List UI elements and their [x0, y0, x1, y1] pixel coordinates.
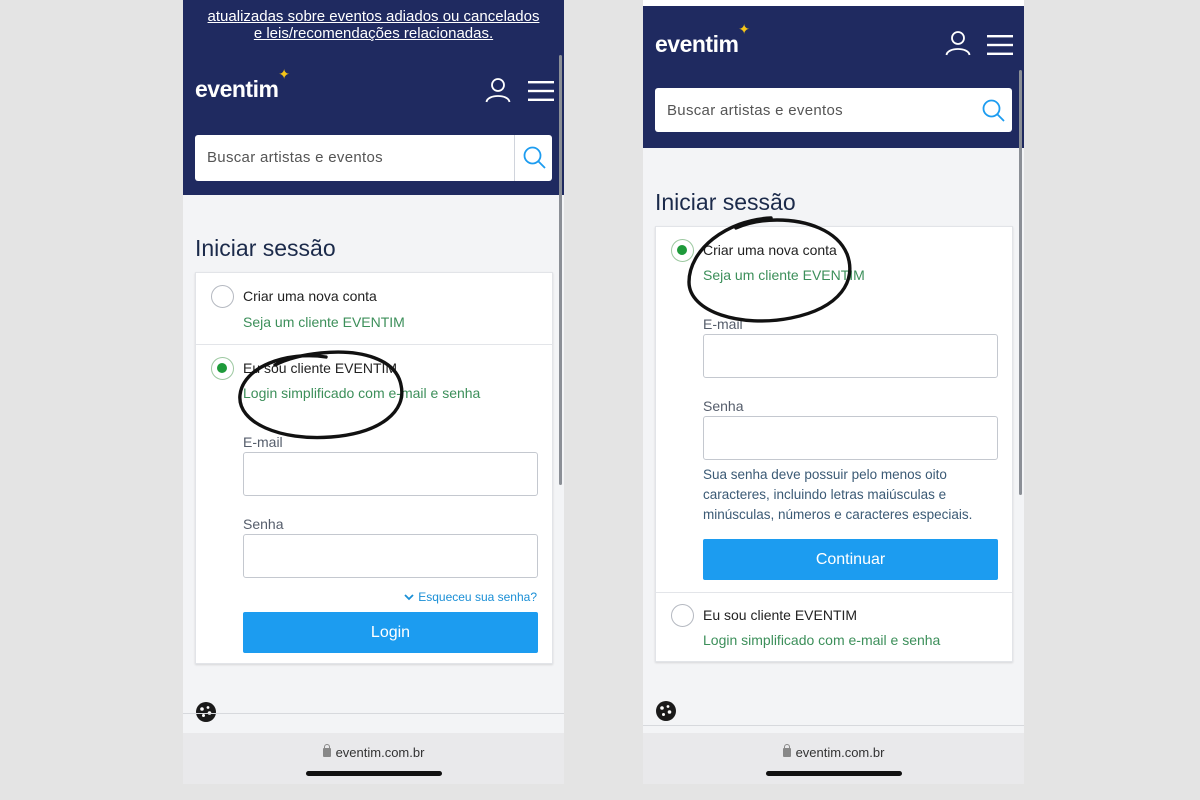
info-banner[interactable]: atualizadas sobre eventos adiados ou can…	[183, 0, 564, 62]
forgot-password-link[interactable]: Esqueceu sua senha?	[404, 590, 537, 604]
option-new-account-subtitle: Seja um cliente EVENTIM	[703, 267, 865, 283]
bottom-divider	[183, 713, 564, 714]
banner-line-2[interactable]: e leis/recomendações relacionadas.	[183, 25, 564, 42]
url-display[interactable]: eventim.com.br	[643, 744, 1024, 760]
email-field[interactable]	[703, 334, 998, 378]
cookie-icon[interactable]	[195, 701, 217, 723]
option-existing-client-title[interactable]: Eu sou cliente EVENTIM	[243, 360, 397, 376]
register-card: Criar uma nova conta Seja um cliente EVE…	[655, 226, 1013, 662]
lock-icon	[782, 744, 791, 757]
phone-screenshot-login: atualizadas sobre eventos adiados ou can…	[183, 0, 564, 784]
url-display[interactable]: eventim.com.br	[183, 744, 564, 760]
site-header: eventim ✦ Buscar artistas e eventos	[643, 6, 1024, 148]
banner-line-1[interactable]: atualizadas sobre eventos adiados ou can…	[183, 8, 564, 25]
email-field[interactable]	[243, 452, 538, 496]
option-divider	[656, 592, 1012, 593]
star-icon: ✦	[278, 66, 290, 82]
user-icon[interactable]	[485, 77, 511, 108]
url-text: eventim.com.br	[335, 745, 425, 760]
login-card: Criar uma nova conta Seja um cliente EVE…	[195, 272, 553, 664]
option-new-account-subtitle: Seja um cliente EVENTIM	[243, 314, 405, 330]
option-existing-client-title[interactable]: Eu sou cliente EVENTIM	[703, 607, 857, 623]
password-field[interactable]	[243, 534, 538, 578]
option-divider	[196, 344, 552, 345]
password-field[interactable]	[703, 416, 998, 460]
chevron-down-icon	[404, 594, 414, 601]
password-hint: Sua senha deve possuir pelo menos oito c…	[703, 467, 973, 522]
search-button[interactable]	[514, 135, 552, 181]
site-header: eventim ✦ Buscar artistas e eventos	[183, 62, 564, 195]
search-placeholder: Buscar artistas e eventos	[667, 102, 843, 119]
logo-text: eventim	[195, 76, 279, 102]
cookie-icon[interactable]	[655, 700, 677, 722]
radio-existing-client[interactable]	[671, 604, 694, 627]
logo-text: eventim	[655, 31, 739, 57]
radio-existing-client[interactable]	[211, 357, 234, 380]
radio-new-account[interactable]	[211, 285, 234, 308]
search-icon	[982, 99, 1005, 122]
browser-address-bar[interactable]: eventim.com.br	[183, 733, 564, 784]
eventim-logo[interactable]: eventim ✦	[655, 21, 750, 58]
url-text: eventim.com.br	[795, 745, 885, 760]
search-input[interactable]: Buscar artistas e eventos	[195, 135, 552, 181]
menu-icon[interactable]	[528, 80, 554, 107]
menu-icon[interactable]	[987, 34, 1013, 61]
search-button[interactable]	[974, 88, 1012, 132]
home-indicator[interactable]	[766, 771, 902, 776]
email-label: E-mail	[243, 434, 283, 450]
password-label: Senha	[703, 398, 744, 414]
browser-address-bar[interactable]: eventim.com.br	[643, 733, 1024, 784]
home-indicator[interactable]	[306, 771, 442, 776]
option-existing-client-subtitle: Login simplificado com e-mail e senha	[243, 385, 481, 401]
password-label: Senha	[243, 516, 284, 532]
forgot-password-label: Esqueceu sua senha?	[418, 590, 537, 604]
search-placeholder: Buscar artistas e eventos	[207, 149, 383, 166]
phone-screenshot-register: eventim ✦ Buscar artistas e eventos Inic…	[643, 0, 1024, 784]
option-new-account-title[interactable]: Criar uma nova conta	[703, 242, 837, 258]
radio-new-account[interactable]	[671, 239, 694, 262]
user-icon[interactable]	[945, 30, 971, 61]
scrollbar[interactable]	[1019, 70, 1022, 495]
star-icon: ✦	[738, 21, 750, 37]
search-icon	[523, 146, 546, 169]
email-label: E-mail	[703, 316, 743, 332]
page-title: Iniciar sessão	[655, 189, 796, 215]
option-existing-client-subtitle: Login simplificado com e-mail e senha	[703, 632, 941, 648]
eventim-logo[interactable]: eventim ✦	[195, 66, 290, 103]
page-title: Iniciar sessão	[195, 235, 336, 261]
search-input[interactable]: Buscar artistas e eventos	[655, 88, 1012, 132]
login-button[interactable]: Login	[243, 612, 538, 653]
scrollbar[interactable]	[559, 55, 562, 485]
bottom-divider	[643, 725, 1024, 726]
lock-icon	[322, 744, 331, 757]
continue-button[interactable]: Continuar	[703, 539, 998, 580]
option-new-account-title[interactable]: Criar uma nova conta	[243, 288, 377, 304]
